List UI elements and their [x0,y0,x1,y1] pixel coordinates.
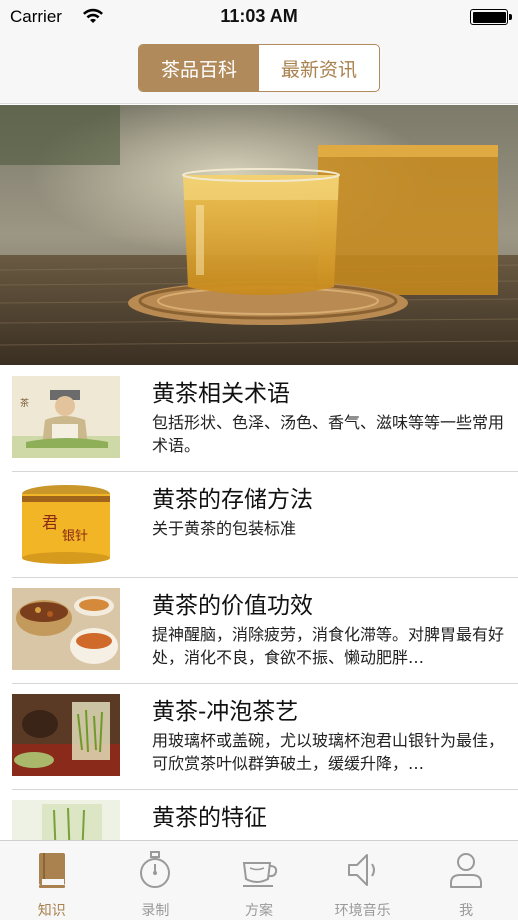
tab-bar: 知识 录制 方案 环境音乐 我 [0,840,518,920]
stopwatch-icon [140,851,171,888]
segment-tea-encyclopedia[interactable]: 茶品百科 [139,45,259,91]
tea-glass-illustration [0,105,518,365]
list-item[interactable]: 茶 黄茶相关术语 包括形状、色泽、汤色、香气、滋味等等一些常用术语。 [12,366,518,472]
tab-label: 我 [459,903,474,919]
item-description: 用玻璃杯或盖碗，尤以玻璃杯泡君山银针为最佳，可欣赏茶叶似群笋破土，缓缓升降，… [152,731,505,773]
clock: 11:03 AM [220,6,298,26]
item-title: 黄茶的存储方法 [152,487,313,513]
tab-me[interactable]: 我 [414,841,518,920]
thumbnail-tea-brewing [12,694,120,776]
thumbnail-tea-master: 茶 [12,376,120,458]
navigation-bar: 茶品百科 最新资讯 [0,36,518,104]
person-icon [450,853,483,888]
item-description: 包括形状、色泽、汤色、香气、滋味等等一些常用术语。 [152,413,505,455]
thumbnail-tea-cups [12,588,120,670]
segmented-control: 茶品百科 最新资讯 [138,44,380,92]
teacup-icon [242,862,278,887]
tab-label: 方案 [244,903,273,919]
tab-ambient-music[interactable]: 环境音乐 [311,841,415,920]
item-description: 关于黄茶的包装标准 [152,519,297,538]
item-description: 提神醒脑，消除疲劳，消食化滞等。对脾胃最有好处，消化不良，食欲不振、懒动肥胖… [152,625,505,667]
article-list: 茶 黄茶相关术语 包括形状、色泽、汤色、香气、滋味等等一些常用术语。 君 银针 … [0,366,518,896]
tab-knowledge[interactable]: 知识 [0,841,104,920]
tab-record[interactable]: 录制 [104,841,208,920]
list-item[interactable]: 黄茶的价值功效 提神醒脑，消除疲劳，消食化滞等。对脾胃最有好处，消化不良，食欲不… [12,578,518,684]
item-title: 黄茶-冲泡茶艺 [152,699,299,725]
list-item[interactable]: 君 银针 黄茶的存储方法 关于黄茶的包装标准 [12,472,518,578]
speaker-icon [347,854,375,886]
status-bar: Carrier 11:03 AM [0,0,518,36]
svg-text:君: 君 [42,513,58,532]
tab-plan[interactable]: 方案 [207,841,311,920]
svg-text:银针: 银针 [62,529,88,544]
thumbnail-tea-tin: 君 银针 [12,482,120,564]
segment-latest-news[interactable]: 最新资讯 [259,45,379,91]
item-title: 黄茶的价值功效 [152,593,313,619]
item-title: 黄茶相关术语 [152,381,290,407]
tab-label: 环境音乐 [334,903,391,919]
tab-label: 录制 [141,903,170,919]
battery-icon [470,9,512,25]
tab-label: 知识 [37,903,66,919]
svg-text:茶: 茶 [20,397,29,409]
book-icon [38,853,65,888]
banner-image[interactable] [0,105,518,365]
item-title: 黄茶的特征 [152,805,267,831]
list-item[interactable]: 黄茶-冲泡茶艺 用玻璃杯或盖碗，尤以玻璃杯泡君山银针为最佳，可欣赏茶叶似群笋破土… [12,684,518,790]
